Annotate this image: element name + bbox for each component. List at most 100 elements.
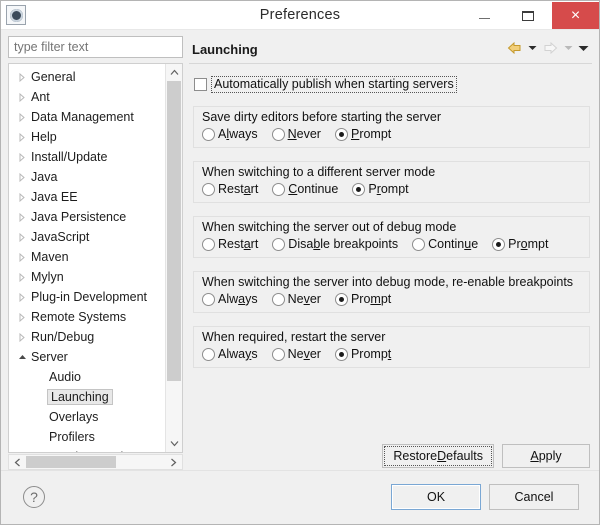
tree-item-install-update[interactable]: Install/Update <box>9 147 165 167</box>
radio-indicator[interactable] <box>202 237 215 251</box>
radio-label: Restart <box>218 182 259 196</box>
tree-item-java[interactable]: Java <box>9 167 165 187</box>
radio-indicator[interactable] <box>412 237 426 251</box>
collapsed-triangle-icon[interactable] <box>15 130 29 144</box>
tree-vertical-scrollbar[interactable] <box>165 64 182 452</box>
back-arrow-icon[interactable] <box>504 39 524 57</box>
ok-button[interactable]: OK <box>391 484 481 510</box>
collapsed-triangle-icon[interactable] <box>15 310 29 324</box>
radio-prompt[interactable]: Prompt <box>492 237 548 251</box>
tree-item-general[interactable]: General <box>9 67 165 87</box>
tree-item-overlays[interactable]: Overlays <box>9 407 165 427</box>
tree-item-ant[interactable]: Ant <box>9 87 165 107</box>
collapsed-triangle-icon[interactable] <box>15 230 29 244</box>
radio-prompt[interactable]: Prompt <box>334 292 391 306</box>
collapsed-triangle-icon[interactable] <box>15 110 29 124</box>
expanded-triangle-icon[interactable] <box>15 350 29 364</box>
minimize-button[interactable] <box>462 1 506 30</box>
restore-defaults-button[interactable]: Restore Defaults <box>382 444 494 468</box>
collapsed-triangle-icon[interactable] <box>15 150 29 164</box>
tree-item-run-debug[interactable]: Run/Debug <box>9 327 165 347</box>
view-menu-chevron-down-icon[interactable] <box>576 39 590 57</box>
radio-label: Prompt <box>508 237 549 251</box>
radio-restart[interactable]: Restart <box>202 237 258 251</box>
auto-publish-checkbox[interactable] <box>194 78 207 91</box>
scroll-track[interactable] <box>166 81 182 435</box>
radio-always[interactable]: Always <box>202 347 258 361</box>
scroll-left-button[interactable] <box>9 455 26 469</box>
radio-group: Restart Disable breakpoints Continue Prompt <box>202 237 581 251</box>
auto-publish-checkbox-row[interactable]: Automatically publish when starting serv… <box>194 76 457 93</box>
tree-item-server[interactable]: Server <box>9 347 165 367</box>
scroll-up-button[interactable] <box>166 64 182 81</box>
tree-item-launching[interactable]: Launching <box>9 387 165 407</box>
hscroll-track[interactable] <box>26 455 165 469</box>
radio-label: Disable breakpoints <box>288 237 399 251</box>
radio-indicator[interactable] <box>334 292 348 306</box>
collapsed-triangle-icon[interactable] <box>15 90 29 104</box>
cancel-button[interactable]: Cancel <box>489 484 579 510</box>
radio-always[interactable]: Always <box>202 292 258 306</box>
close-button[interactable]: × <box>552 2 599 29</box>
radio-restart[interactable]: Restart <box>202 182 258 196</box>
maximize-button[interactable] <box>506 1 550 30</box>
radio-indicator[interactable] <box>352 182 366 196</box>
tree-item-maven[interactable]: Maven <box>9 247 165 267</box>
collapsed-triangle-icon[interactable] <box>15 250 29 264</box>
preference-tree-container: General Ant Data Management Help Install/Upd… <box>8 63 183 453</box>
radio-always[interactable]: Always <box>202 127 258 141</box>
radio-continue[interactable]: Continue <box>272 182 338 196</box>
tree-item-runtime-environm[interactable]: Runtime Environm <box>9 447 165 452</box>
radio-disable-breakpoints[interactable]: Disable breakpoints <box>272 237 398 251</box>
collapsed-triangle-icon[interactable] <box>15 70 29 84</box>
radio-indicator[interactable] <box>272 237 286 251</box>
collapsed-triangle-icon[interactable] <box>15 170 29 184</box>
tree-item-profilers[interactable]: Profilers <box>9 427 165 447</box>
radio-indicator[interactable] <box>202 127 215 141</box>
radio-prompt[interactable]: Prompt <box>334 127 391 141</box>
tree-item-data-management[interactable]: Data Management <box>9 107 165 127</box>
radio-never[interactable]: Never <box>271 127 321 141</box>
tree-item-javascript[interactable]: JavaScript <box>9 227 165 247</box>
radio-indicator[interactable] <box>271 347 285 361</box>
tree-item-remote-systems[interactable]: Remote Systems <box>9 307 165 327</box>
radio-label: Prompt <box>368 182 409 196</box>
tree-item-audio[interactable]: Audio <box>9 367 165 387</box>
radio-prompt[interactable]: Prompt <box>334 347 391 361</box>
tree-item-plug-in-development[interactable]: Plug-in Development <box>9 287 165 307</box>
collapsed-triangle-icon[interactable] <box>15 210 29 224</box>
dialog-body: General Ant Data Management Help Install/Upd… <box>1 30 599 470</box>
radio-indicator[interactable] <box>272 182 286 196</box>
tree-item-mylyn[interactable]: Mylyn <box>9 267 165 287</box>
radio-indicator[interactable] <box>271 127 285 141</box>
tree-item-java-ee[interactable]: Java EE <box>9 187 165 207</box>
radio-indicator[interactable] <box>492 237 506 251</box>
collapsed-triangle-icon[interactable] <box>15 190 29 204</box>
tree-item-java-persistence[interactable]: Java Persistence <box>9 207 165 227</box>
radio-indicator[interactable] <box>271 292 285 306</box>
radio-indicator[interactable] <box>334 127 348 141</box>
tree-horizontal-scrollbar[interactable] <box>8 454 183 470</box>
radio-indicator[interactable] <box>202 347 215 361</box>
radio-indicator[interactable] <box>202 292 215 306</box>
radio-continue[interactable]: Continue <box>412 237 478 251</box>
radio-never[interactable]: Never <box>271 292 321 306</box>
scroll-down-button[interactable] <box>166 435 182 452</box>
radio-indicator[interactable] <box>202 182 215 196</box>
dialog-footer: ? OK Cancel <box>1 470 599 523</box>
back-history-chevron-down-icon[interactable] <box>525 39 539 57</box>
radio-never[interactable]: Never <box>271 347 321 361</box>
tree-item-help[interactable]: Help <box>9 127 165 147</box>
apply-button[interactable]: Apply <box>502 444 590 468</box>
forward-history-chevron-down-icon <box>561 39 575 57</box>
collapsed-triangle-icon[interactable] <box>15 290 29 304</box>
radio-indicator[interactable] <box>334 347 348 361</box>
collapsed-triangle-icon[interactable] <box>15 330 29 344</box>
radio-prompt[interactable]: Prompt <box>352 182 409 196</box>
question-mark-icon[interactable]: ? <box>23 486 45 508</box>
scroll-right-button[interactable] <box>165 455 182 469</box>
collapsed-triangle-icon[interactable] <box>15 270 29 284</box>
hscroll-thumb[interactable] <box>26 456 116 468</box>
filter-input[interactable] <box>8 36 183 58</box>
scroll-thumb[interactable] <box>167 81 181 381</box>
